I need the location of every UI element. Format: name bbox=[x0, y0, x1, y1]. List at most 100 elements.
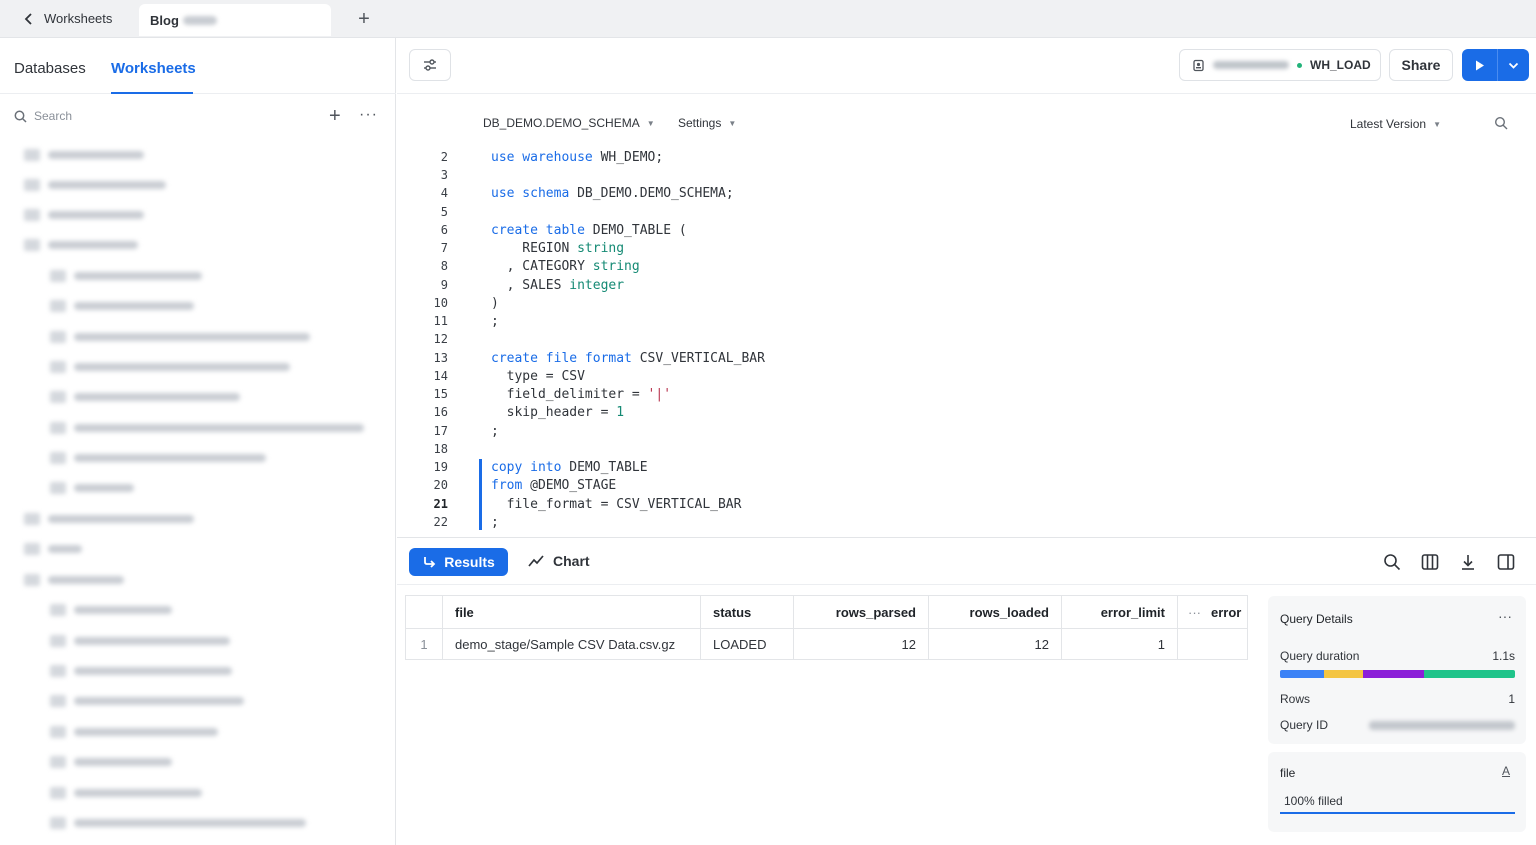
chevron-down-icon[interactable] bbox=[1498, 49, 1529, 81]
download-icon[interactable] bbox=[1459, 553, 1477, 571]
column-header-rows-parsed[interactable]: rows_parsed bbox=[793, 595, 929, 629]
tree-folder[interactable] bbox=[24, 511, 194, 527]
tree-item[interactable] bbox=[50, 693, 244, 709]
duration-bar[interactable] bbox=[1280, 670, 1515, 678]
text-type-icon: A bbox=[1502, 764, 1511, 778]
tab-title: Blog bbox=[150, 12, 179, 28]
duration-segment bbox=[1363, 670, 1424, 678]
tree-item[interactable] bbox=[50, 663, 232, 679]
more-options-icon[interactable]: ··· bbox=[1498, 608, 1512, 624]
sidebar: Databases Worksheets Search + ··· bbox=[0, 38, 396, 845]
tab-strip: Worksheets Blog + bbox=[0, 0, 1536, 38]
tree-item[interactable] bbox=[50, 420, 364, 436]
worksheet-header: WH_LOAD Share bbox=[397, 38, 1536, 94]
code-line: 22; bbox=[433, 514, 499, 530]
code-line: 15 field_delimiter = '|' bbox=[433, 386, 672, 402]
role-badge-icon bbox=[1193, 59, 1204, 71]
database-schema-selector[interactable]: DB_DEMO.DEMO_SCHEMA ▼ bbox=[483, 116, 655, 130]
more-options-icon[interactable]: ··· bbox=[359, 106, 378, 124]
role-warehouse-selector[interactable]: WH_LOAD bbox=[1179, 49, 1381, 81]
column-header-status[interactable]: status bbox=[700, 595, 794, 629]
duration-segment bbox=[1280, 670, 1324, 678]
new-tab-plus-icon[interactable]: + bbox=[354, 9, 374, 29]
chevron-left-icon bbox=[24, 12, 32, 25]
tree-item[interactable] bbox=[50, 815, 306, 831]
sidebar-tabs: Databases Worksheets bbox=[0, 38, 396, 94]
tree-item[interactable] bbox=[50, 754, 172, 770]
column-header-rows-loaded[interactable]: rows_loaded bbox=[928, 595, 1062, 629]
tree-item[interactable] bbox=[50, 480, 134, 496]
code-line: 3 bbox=[440, 168, 448, 182]
tree-item[interactable] bbox=[50, 785, 202, 801]
settings-menu[interactable]: Settings ▼ bbox=[678, 116, 736, 130]
table-row[interactable]: 1 demo_stage/Sample CSV Data.csv.gz LOAD… bbox=[405, 628, 1248, 660]
column-stats-card[interactable]: file A 100% filled bbox=[1268, 752, 1526, 832]
tree-folder[interactable] bbox=[24, 572, 124, 588]
settings-label: Settings bbox=[678, 116, 722, 130]
cell-rows-parsed[interactable]: 12 bbox=[793, 628, 929, 660]
search-results-icon[interactable] bbox=[1383, 553, 1401, 571]
tree-folder[interactable] bbox=[24, 207, 144, 223]
code-line: 13 create file format CSV_VERTICAL_BAR bbox=[433, 350, 765, 366]
chart-label: Chart bbox=[553, 553, 590, 569]
code-line: 11; bbox=[433, 313, 499, 329]
share-button[interactable]: Share bbox=[1389, 49, 1453, 81]
query-duration-row: Query duration 1.1s bbox=[1280, 649, 1515, 663]
tab-title-redacted bbox=[182, 15, 217, 25]
code-line: 2 use warehouse WH_DEMO; bbox=[440, 149, 664, 165]
duration-segment bbox=[1424, 670, 1515, 678]
tree-item[interactable] bbox=[50, 298, 194, 314]
code-line: 5 bbox=[440, 205, 448, 219]
tree-item[interactable] bbox=[50, 633, 230, 649]
sidebar-search[interactable]: Search bbox=[14, 109, 72, 123]
caret-down-icon: ▼ bbox=[1433, 119, 1441, 129]
editor-search-icon[interactable] bbox=[1494, 116, 1508, 130]
tree-item[interactable] bbox=[50, 602, 172, 618]
tab-worksheet-active[interactable]: Blog bbox=[139, 4, 331, 36]
caret-down-icon: ▼ bbox=[646, 118, 655, 128]
filters-button[interactable] bbox=[409, 49, 451, 81]
more-columns-icon[interactable]: ··· bbox=[1188, 605, 1201, 620]
tree-item[interactable] bbox=[50, 450, 266, 466]
tree-folder[interactable] bbox=[24, 541, 82, 557]
cell-file[interactable]: demo_stage/Sample CSV Data.csv.gz bbox=[442, 628, 701, 660]
code-line: 17; bbox=[433, 423, 499, 439]
tree-item[interactable] bbox=[50, 724, 218, 740]
tree-item[interactable] bbox=[50, 359, 290, 375]
duration-label: Query duration bbox=[1280, 649, 1360, 663]
back-to-worksheets[interactable]: Worksheets bbox=[22, 11, 112, 26]
tree-item[interactable] bbox=[50, 268, 202, 284]
column-header-file[interactable]: file bbox=[442, 595, 701, 629]
column-header-error-limit[interactable]: error_limit bbox=[1061, 595, 1178, 629]
tree-folder[interactable] bbox=[24, 237, 138, 253]
search-placeholder: Search bbox=[34, 109, 73, 123]
tree-folder[interactable] bbox=[24, 147, 144, 163]
run-button[interactable] bbox=[1462, 49, 1529, 81]
fill-bar bbox=[1280, 812, 1515, 814]
query-id-redacted[interactable] bbox=[1369, 721, 1515, 730]
code-line: 4 use schema DB_DEMO.DEMO_SCHEMA; bbox=[440, 185, 734, 201]
tab-worksheets[interactable]: Worksheets bbox=[111, 60, 196, 77]
sliders-icon bbox=[424, 59, 436, 71]
tree-item[interactable] bbox=[50, 389, 240, 405]
rows-row: Rows 1 bbox=[1280, 692, 1515, 706]
cell-rows-loaded[interactable]: 12 bbox=[928, 628, 1062, 660]
split-panel-icon[interactable] bbox=[1497, 553, 1515, 571]
search-icon bbox=[14, 110, 27, 123]
tab-databases[interactable]: Databases bbox=[14, 60, 86, 77]
cell-status[interactable]: LOADED bbox=[700, 628, 794, 660]
column-header-error[interactable]: ··· error bbox=[1177, 595, 1248, 629]
warehouse-name: WH_LOAD bbox=[1310, 58, 1371, 72]
columns-icon[interactable] bbox=[1421, 553, 1439, 571]
chart-tab-button[interactable]: Chart bbox=[528, 553, 590, 569]
cell-error-limit[interactable]: 1 bbox=[1061, 628, 1178, 660]
add-worksheet-plus-icon[interactable]: + bbox=[329, 105, 341, 128]
results-tab-button[interactable]: Results bbox=[409, 548, 508, 576]
play-icon[interactable] bbox=[1462, 49, 1498, 81]
sql-editor[interactable]: 2 use warehouse WH_DEMO; 3 4 use schema DB… bbox=[397, 148, 1536, 536]
version-selector[interactable]: Latest Version ▼ bbox=[1350, 117, 1441, 131]
tree-item[interactable] bbox=[50, 329, 310, 345]
tree-folder[interactable] bbox=[24, 177, 166, 193]
cell-error[interactable] bbox=[1177, 628, 1248, 660]
duration-segment bbox=[1324, 670, 1363, 678]
